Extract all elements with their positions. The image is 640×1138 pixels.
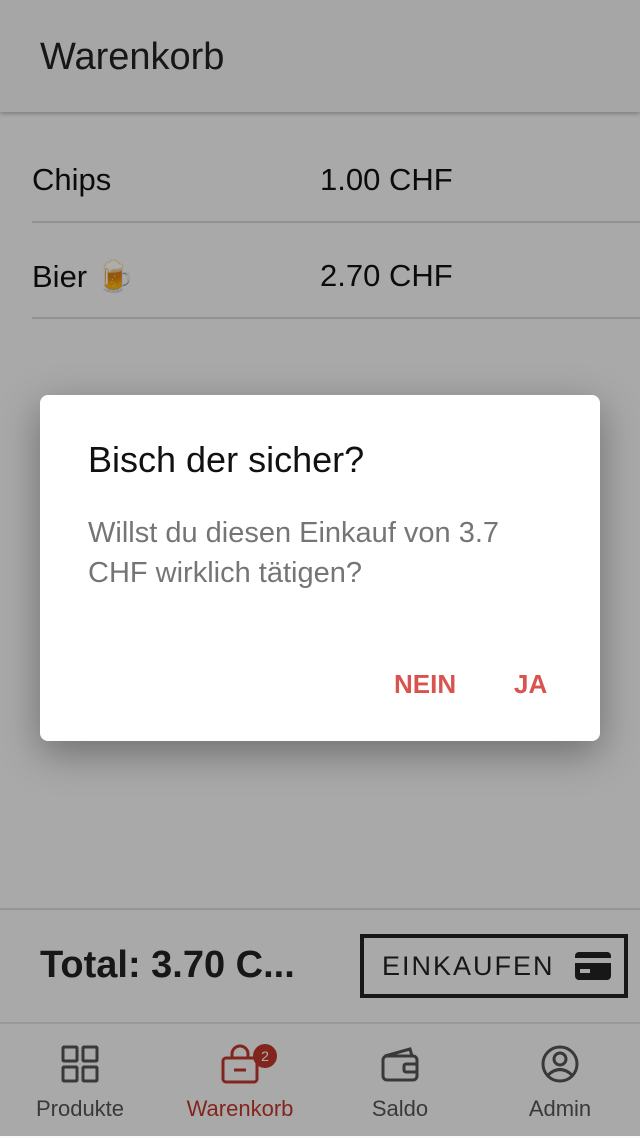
confirm-dialog: Bisch der sicher? Willst du diesen Einka… — [40, 395, 600, 741]
dialog-message: Willst du diesen Einkauf von 3.7 CHF wir… — [88, 517, 500, 589]
confirm-button[interactable]: JA — [508, 665, 553, 704]
cancel-button[interactable]: NEIN — [388, 665, 462, 704]
dialog-title: Bisch der sicher? — [88, 439, 365, 480]
